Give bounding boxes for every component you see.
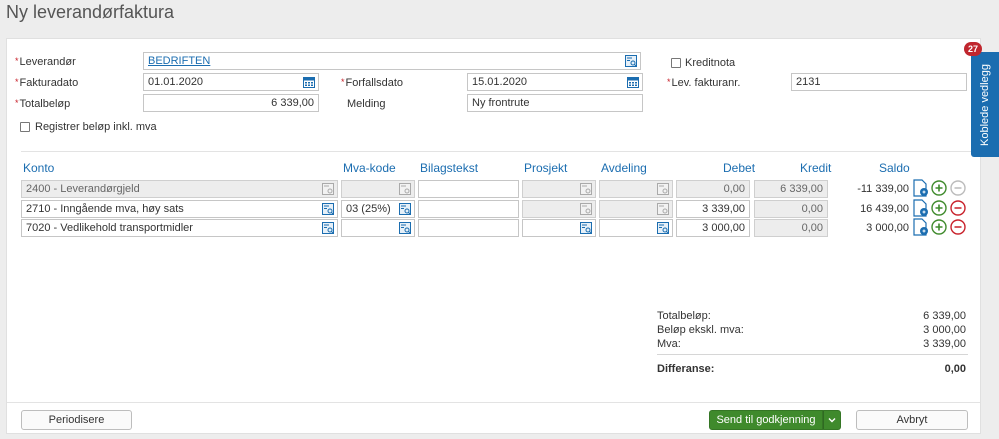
prosjekt-field [522, 200, 596, 218]
forfallsdato-label: *Forfallsdato [341, 77, 403, 89]
forfallsdato-field[interactable]: 15.01.2020 [467, 73, 643, 91]
debet-field[interactable]: 3 339,00 [676, 200, 750, 218]
attachment-count-badge: 27 [964, 42, 982, 56]
saldo-value: 3 000,00 [866, 222, 909, 234]
konto-field[interactable]: 7020 - Vedlikehold transportmidler [21, 219, 338, 237]
leverandor-link[interactable]: BEDRIFTEN [148, 55, 210, 67]
lookup-icon [657, 183, 669, 195]
summary-totalbelop-value: 6 339,00 [923, 310, 966, 322]
col-header-prosjekt[interactable]: Prosjekt [524, 161, 567, 175]
summary-differanse-label: Differanse: [657, 363, 715, 375]
avdeling-field [599, 180, 673, 198]
col-header-debet[interactable]: Debet [723, 161, 755, 175]
remove-circle-icon[interactable] [950, 200, 966, 216]
invoice-panel: *Leverandør BEDRIFTEN Kreditnota *Faktur… [6, 38, 981, 434]
koblede-vedlegg-label: Koblede vedlegg [979, 63, 991, 146]
lookup-icon[interactable] [657, 222, 669, 234]
lev-fakturanr-label: *Lev. fakturanr. [667, 77, 741, 89]
registrer-inkl-mva-checkbox[interactable] [20, 122, 30, 132]
lookup-icon[interactable] [399, 222, 411, 234]
debet-field[interactable]: 3 000,00 [676, 219, 750, 237]
koblede-vedlegg-tab[interactable]: Koblede vedlegg [971, 52, 999, 157]
document-icon[interactable] [912, 199, 930, 217]
konto-field[interactable]: 2710 - Inngående mva, høy sats [21, 200, 338, 218]
summary-differanse-value: 0,00 [944, 363, 966, 375]
lookup-icon [322, 183, 334, 195]
avdeling-field[interactable] [599, 219, 673, 237]
document-icon[interactable] [912, 179, 930, 197]
lookup-icon[interactable] [322, 222, 334, 234]
konto-field: 2400 - Leverandørgjeld [21, 180, 338, 198]
lookup-icon [580, 183, 592, 195]
col-header-kredit[interactable]: Kredit [800, 161, 831, 175]
leverandor-label: *Leverandør [15, 56, 76, 68]
summary-ekskl-mva-value: 3 000,00 [923, 324, 966, 336]
document-icon[interactable] [912, 218, 930, 236]
fakturadato-field[interactable]: 01.01.2020 [143, 73, 319, 91]
debet-field: 0,00 [676, 180, 750, 198]
lookup-icon[interactable] [580, 222, 592, 234]
prosjekt-field [522, 180, 596, 198]
remove-circle-icon [950, 180, 966, 196]
summary-mva-value: 3 339,00 [923, 338, 966, 350]
calendar-icon[interactable] [627, 76, 639, 88]
add-circle-icon[interactable] [931, 219, 947, 235]
kredit-field: 6 339,00 [754, 180, 828, 198]
avbryt-button[interactable]: Avbryt [856, 410, 968, 430]
footer-divider [7, 402, 980, 403]
bilagstekst-field[interactable] [418, 200, 519, 218]
saldo-value: -11 339,00 [857, 183, 909, 195]
lookup-icon [657, 203, 669, 215]
kredit-field: 0,00 [754, 200, 828, 218]
summary-ekskl-mva-label: Beløp ekskl. mva: [657, 324, 744, 336]
lookup-icon[interactable] [322, 203, 334, 215]
mva-kode-field[interactable]: 03 (25%) [341, 200, 415, 218]
col-header-konto[interactable]: Konto [23, 161, 54, 175]
col-header-bilagstekst[interactable]: Bilagstekst [420, 161, 478, 175]
summary-divider [657, 354, 968, 355]
lev-fakturanr-field[interactable]: 2131 [791, 73, 967, 91]
leverandor-field[interactable]: BEDRIFTEN [143, 52, 641, 70]
calendar-icon[interactable] [303, 76, 315, 88]
melding-field[interactable]: Ny frontrute [467, 94, 643, 112]
chevron-down-icon [828, 418, 836, 423]
mva-kode-field[interactable] [341, 219, 415, 237]
remove-circle-icon[interactable] [950, 219, 966, 235]
bilagstekst-field[interactable] [418, 219, 519, 237]
lookup-icon[interactable] [399, 203, 411, 215]
add-circle-icon[interactable] [931, 200, 947, 216]
fakturadato-label: *Fakturadato [15, 77, 79, 89]
kreditnota-label: Kreditnota [685, 57, 736, 69]
col-header-avdeling[interactable]: Avdeling [601, 161, 647, 175]
col-header-saldo[interactable]: Saldo [879, 161, 910, 175]
melding-label: Melding [347, 98, 386, 110]
summary-mva-label: Mva: [657, 338, 681, 350]
bilagstekst-field[interactable] [418, 180, 519, 198]
section-divider [21, 151, 973, 152]
totalbelop-field[interactable]: 6 339,00 [143, 94, 319, 112]
registrer-inkl-mva-label: Registrer beløp inkl. mva [35, 121, 157, 133]
send-til-godkjenning-button[interactable]: Send til godkjenning [709, 410, 823, 430]
col-header-mva-kode[interactable]: Mva-kode [343, 161, 396, 175]
lookup-icon [399, 183, 411, 195]
page-title: Ny leverandørfaktura [6, 2, 175, 22]
send-dropdown-button[interactable] [823, 410, 841, 430]
totalbelop-label: *Totalbeløp [15, 98, 71, 110]
prosjekt-field[interactable] [522, 219, 596, 237]
avdeling-field [599, 200, 673, 218]
mva-kode-field [341, 180, 415, 198]
kredit-field: 0,00 [754, 219, 828, 237]
summary-totalbelop-label: Totalbeløp: [657, 310, 711, 322]
lookup-icon[interactable] [625, 55, 637, 67]
saldo-value: 16 439,00 [860, 203, 909, 215]
kreditnota-checkbox[interactable] [671, 58, 681, 68]
periodisere-button[interactable]: Periodisere [21, 410, 132, 430]
lookup-icon [580, 203, 592, 215]
add-circle-icon[interactable] [931, 180, 947, 196]
